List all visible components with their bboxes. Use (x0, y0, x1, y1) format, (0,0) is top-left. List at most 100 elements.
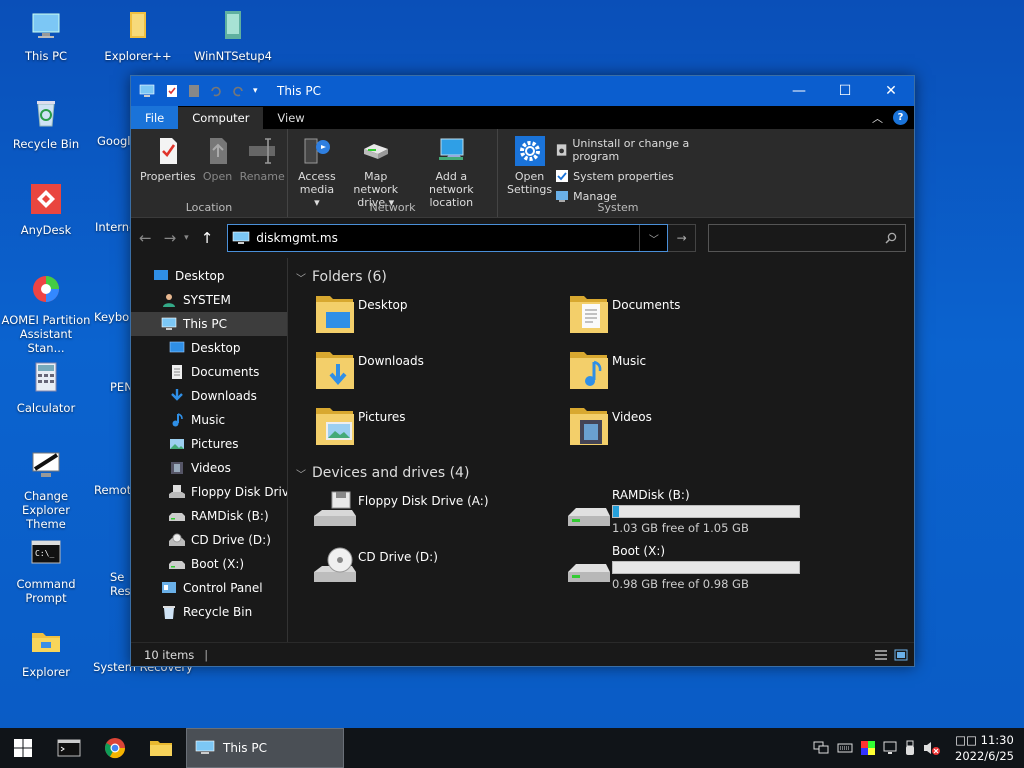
desktop-icon-aomei[interactable]: AOMEI Partition Assistant Stan... (1, 272, 91, 355)
navigation-pane: Desktop SYSTEM This PC Desktop Documents… (131, 258, 288, 642)
folder-tile-desktop[interactable]: Desktop (312, 290, 566, 346)
nav-item-control-panel[interactable]: Control Panel (131, 576, 287, 600)
folder-tile-documents[interactable]: Documents (566, 290, 820, 346)
details-view-icon[interactable] (874, 649, 888, 661)
tab-view[interactable]: View (263, 107, 318, 129)
documents-icon (172, 365, 182, 379)
taskbar-cmd[interactable] (46, 728, 92, 768)
address-dropdown-icon[interactable]: ﹀ (639, 225, 667, 251)
volume-muted-icon[interactable] (923, 740, 941, 756)
nav-item-this-pc[interactable]: This PC (131, 312, 287, 336)
customize-qa-icon[interactable]: ▾ (253, 84, 267, 98)
help-icon[interactable]: ? (893, 110, 908, 125)
tab-computer[interactable]: Computer (178, 107, 264, 129)
desktop-icon-recycle-bin[interactable]: Recycle Bin (1, 96, 91, 151)
properties-qa-icon[interactable] (165, 84, 179, 98)
desktop-icon-label: Change Explorer Theme (22, 489, 70, 531)
large-icons-view-icon[interactable] (894, 649, 908, 661)
system-properties-icon (556, 170, 569, 182)
nav-item-videos[interactable]: Videos (131, 456, 287, 480)
desktop-icon-label: WinNTSetup4 (193, 49, 273, 63)
system-properties-link[interactable]: System properties (555, 169, 730, 183)
nav-item-desktop-root[interactable]: Desktop (131, 264, 287, 288)
keyboard-icon[interactable] (837, 742, 853, 754)
folder-tile-videos[interactable]: Videos (566, 402, 820, 458)
collapse-ribbon-icon[interactable]: ︿ (872, 110, 883, 126)
section-header-drives[interactable]: ﹀ Devices and drives (4) (296, 460, 906, 486)
control-panel-icon (162, 582, 176, 593)
monitor-icon[interactable] (883, 741, 897, 755)
svg-text:C:\_: C:\_ (35, 549, 54, 558)
desktop-icon-cmd[interactable]: C:\_ Command Prompt (1, 536, 91, 605)
desktop-icon-label: Recycle Bin (12, 137, 80, 151)
folder-tile-music[interactable]: Music (566, 346, 820, 402)
start-button[interactable] (0, 728, 46, 768)
desktop-icon-explorer[interactable]: Explorer (1, 624, 91, 679)
this-pc-icon (232, 231, 250, 244)
desktop-folder-icon (316, 296, 354, 333)
desktop-icon-anydesk[interactable]: AnyDesk (1, 182, 91, 237)
nav-item-downloads[interactable]: Downloads (131, 384, 287, 408)
taskbar-file-explorer[interactable] (138, 728, 184, 768)
go-arrow-icon[interactable]: → (668, 224, 696, 252)
display-color-icon[interactable] (861, 741, 876, 755)
nav-item-desktop[interactable]: Desktop (131, 336, 287, 360)
system-tray: □□ 11:30 2022/6/25 (813, 732, 1024, 764)
back-arrow-icon[interactable]: ← (139, 229, 152, 247)
music-folder-icon (570, 352, 608, 389)
explorer-window: ▾ This PC — ☐ ✕ File Computer View ︿ ? P… (130, 75, 915, 667)
nav-item-floppy[interactable]: Floppy Disk Drive (131, 480, 287, 504)
tab-file[interactable]: File (131, 106, 179, 129)
taskbar-this-pc-window[interactable]: This PC (186, 728, 344, 768)
new-folder-qa-icon[interactable] (187, 84, 201, 98)
folder-tile-pictures[interactable]: Pictures (312, 402, 566, 458)
uninstall-program-link[interactable]: Uninstall or change a program (555, 137, 730, 163)
recycle-bin-icon (163, 606, 175, 619)
recent-locations-chevron-icon[interactable]: ▾ (184, 233, 189, 243)
nav-item-system[interactable]: SYSTEM (131, 288, 287, 312)
search-box[interactable] (707, 224, 907, 252)
close-button[interactable]: ✕ (868, 76, 914, 106)
user-icon (163, 294, 175, 307)
theme-icon (32, 452, 60, 477)
forward-arrow-icon[interactable]: → (164, 229, 177, 247)
network-drive-icon (363, 144, 388, 159)
redo-qa-icon[interactable] (231, 84, 245, 98)
desktop-icon-change-theme[interactable]: Change Explorer Theme (1, 448, 91, 531)
calculator-icon (35, 362, 57, 392)
up-arrow-icon[interactable]: ↑ (201, 229, 214, 247)
drive-tile-ramdisk[interactable]: RAMDisk (B:) 1.03 GB free of 1.05 GB (566, 486, 820, 542)
minimize-button[interactable]: — (776, 76, 822, 106)
undo-qa-icon[interactable] (209, 84, 223, 98)
recycle-bin-icon (37, 101, 55, 127)
taskbar-chrome[interactable] (92, 728, 138, 768)
desktop-icon-winntsetup[interactable]: WinNTSetup4 (188, 8, 278, 63)
drive-tile-floppy[interactable]: Floppy Disk Drive (A:) (312, 486, 566, 542)
drive-tile-boot[interactable]: Boot (X:) 0.98 GB free of 0.98 GB (566, 542, 820, 598)
nav-item-pictures[interactable]: Pictures (131, 432, 287, 456)
nav-item-ramdisk[interactable]: RAMDisk (B:) (131, 504, 287, 528)
maximize-button[interactable]: ☐ (822, 76, 868, 106)
network-icon[interactable] (813, 741, 829, 755)
desktop-icon-this-pc[interactable]: This PC (1, 8, 91, 63)
nav-item-cd-drive[interactable]: CD Drive (D:) (131, 528, 287, 552)
desktop-icon-calculator[interactable]: Calculator (1, 360, 91, 415)
folder-tile-downloads[interactable]: Downloads (312, 346, 566, 402)
desktop-icon-explorerpp[interactable]: Explorer++ (93, 8, 183, 63)
nav-item-documents[interactable]: Documents (131, 360, 287, 384)
desktop-icon (154, 270, 168, 280)
drive-tile-cd[interactable]: CD Drive (D:) (312, 542, 566, 598)
collapse-chevron-icon[interactable]: ﹀ (296, 270, 306, 285)
clock[interactable]: □□ 11:30 2022/6/25 (955, 732, 1014, 764)
title-bar[interactable]: ▾ This PC — ☐ ✕ (131, 76, 914, 106)
collapse-chevron-icon[interactable]: ﹀ (296, 466, 306, 481)
address-input[interactable]: diskmgmt.ms (256, 231, 639, 245)
usb-icon[interactable] (905, 740, 915, 756)
ribbon: Properties Open Rename Location Access m… (131, 129, 914, 218)
nav-item-boot[interactable]: Boot (X:) (131, 552, 287, 576)
section-header-folders[interactable]: ﹀ Folders (6) (296, 264, 906, 290)
nav-item-music[interactable]: Music (131, 408, 287, 432)
nav-item-recycle-bin[interactable]: Recycle Bin (131, 600, 287, 624)
pictures-icon (170, 439, 184, 449)
address-bar[interactable]: diskmgmt.ms ﹀ (227, 224, 669, 252)
